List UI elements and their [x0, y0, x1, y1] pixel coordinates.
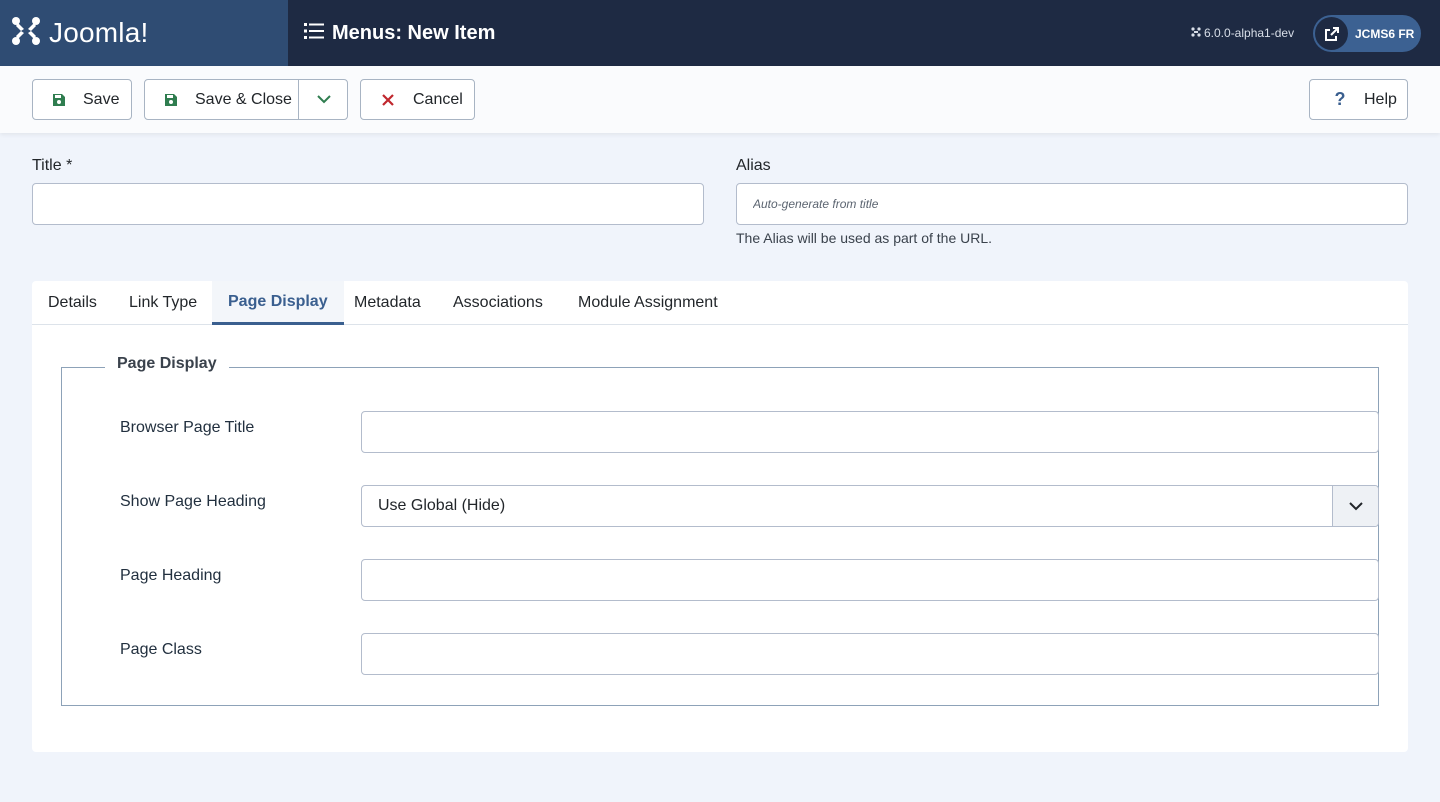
version-text: 6.0.0-alpha1-dev	[1204, 26, 1295, 40]
brand-name: Joomla!	[49, 17, 149, 48]
list-icon	[304, 22, 324, 45]
save-close-button-group: Save & Close	[144, 79, 348, 120]
save-button[interactable]: Save	[32, 79, 132, 120]
tab-module-assignment[interactable]: Module Assignment	[578, 281, 718, 325]
cancel-button-label: Cancel	[413, 90, 463, 108]
chevron-down-icon	[1332, 486, 1378, 526]
version-info: 6.0.0-alpha1-dev	[1188, 26, 1294, 40]
external-link-icon	[1315, 17, 1348, 50]
floppy-disk-icon	[163, 92, 179, 108]
browser-page-title-input[interactable]	[361, 411, 1379, 453]
brand[interactable]: Joomla!	[0, 0, 288, 66]
tabs-card: Details Link Type Page Display Metadata …	[32, 281, 1408, 752]
alias-label: Alias	[736, 157, 771, 174]
times-icon	[380, 92, 396, 108]
show-page-heading-label: Show Page Heading	[120, 493, 266, 510]
joomla-logo-icon	[11, 16, 41, 51]
tab-details[interactable]: Details	[48, 281, 97, 325]
floppy-disk-icon	[51, 92, 67, 108]
fieldset-legend: Page Display	[105, 355, 229, 373]
help-button[interactable]: ? Help	[1309, 79, 1408, 120]
save-close-button[interactable]: Save & Close	[195, 91, 292, 109]
show-page-heading-value: Use Global (Hide)	[378, 497, 506, 514]
save-button-label: Save	[83, 90, 120, 108]
page-class-input[interactable]	[361, 633, 1379, 675]
tab-page-display[interactable]: Page Display	[212, 281, 344, 325]
site-link-button[interactable]: JCMS6 FR	[1313, 15, 1421, 52]
tab-metadata[interactable]: Metadata	[354, 281, 421, 325]
page-title: Menus: New Item	[332, 21, 496, 44]
tab-associations[interactable]: Associations	[453, 281, 543, 325]
page-display-fieldset: Page Display Browser Page Title Show Pag…	[61, 355, 1379, 706]
alias-help-text: The Alias will be used as part of the UR…	[736, 230, 993, 246]
page-heading-input[interactable]	[361, 559, 1379, 601]
tab-bar: Details Link Type Page Display Metadata …	[32, 281, 1408, 325]
page-class-label: Page Class	[120, 641, 202, 658]
page-heading-label: Page Heading	[120, 567, 222, 584]
help-button-label: Help	[1364, 90, 1397, 108]
alias-input[interactable]	[736, 183, 1408, 225]
question-icon: ?	[1334, 89, 1346, 109]
joomla-small-icon	[1191, 26, 1201, 40]
browser-page-title-label: Browser Page Title	[120, 419, 255, 436]
page-title-area: Menus: New Item	[304, 0, 495, 66]
toolbar: Save Save & Close Cancel ? Help	[0, 66, 1440, 133]
title-label: Title *	[32, 157, 73, 174]
tab-link-type[interactable]: Link Type	[129, 281, 197, 325]
title-input[interactable]	[32, 183, 704, 225]
site-button-label: JCMS6 FR	[1355, 26, 1415, 41]
chevron-down-icon	[316, 91, 331, 109]
save-options-toggle[interactable]	[299, 80, 348, 119]
header-bar: Joomla! Menus: New Item 6.0.0-alpha1-dev…	[0, 0, 1440, 66]
show-page-heading-select[interactable]: Use Global (Hide)	[361, 485, 1379, 527]
cancel-button[interactable]: Cancel	[360, 79, 475, 120]
